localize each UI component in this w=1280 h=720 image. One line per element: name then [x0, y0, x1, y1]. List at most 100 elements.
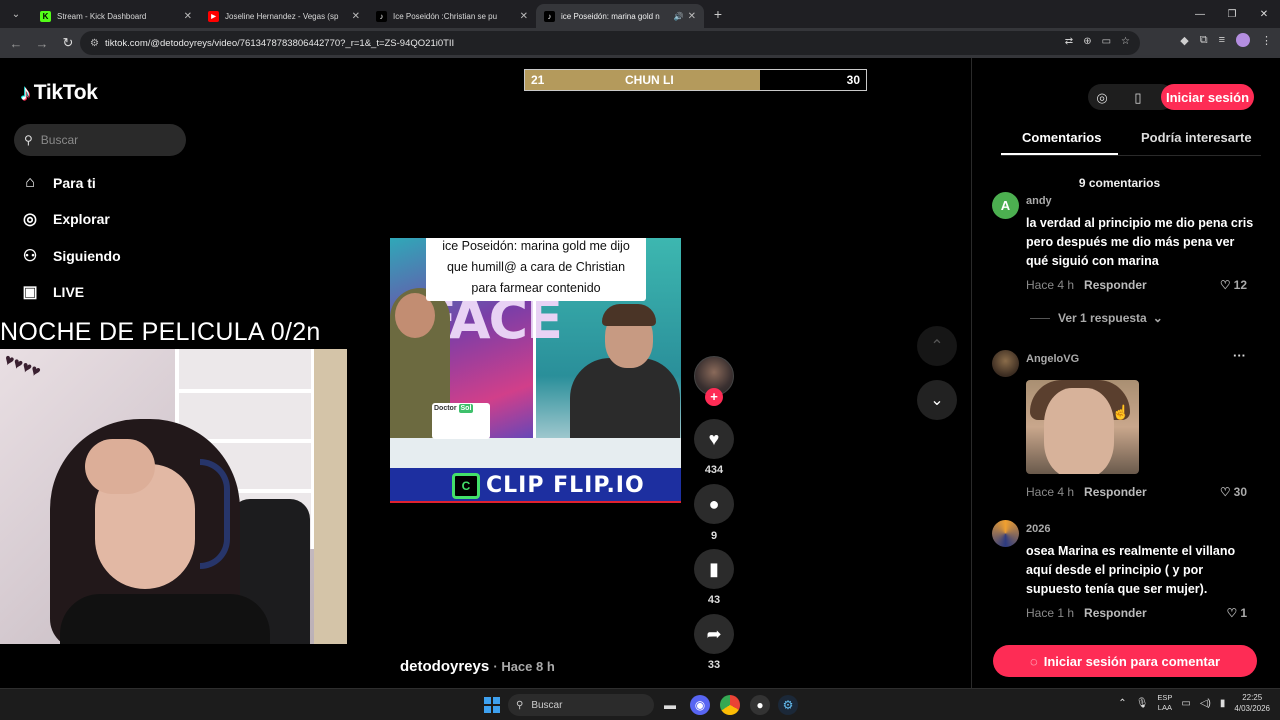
login-to-comment-button[interactable]: ◌ Iniciar sesión para comentar	[993, 645, 1257, 677]
clock[interactable]: 22:25 4/03/2026	[1234, 692, 1270, 714]
close-window-icon[interactable]: ✕	[1248, 9, 1280, 20]
restore-icon[interactable]: ❐	[1216, 9, 1248, 20]
comment-image[interactable]: ☝	[1026, 380, 1139, 474]
profile-avatar[interactable]	[1236, 33, 1250, 47]
heart-icon: ♥	[708, 428, 720, 449]
view-replies-button[interactable]: Ver 1 respuesta ⌄	[1030, 311, 1163, 325]
close-tab-icon[interactable]: ✕	[688, 11, 696, 22]
reply-button[interactable]: Responder	[1084, 606, 1147, 620]
tab-title: Ice Poseidón :Christian se pu	[393, 11, 498, 21]
login-button[interactable]: Iniciar sesión	[1161, 84, 1254, 110]
reply-button[interactable]: Responder	[1084, 278, 1147, 292]
sidebar-item-siguiendo[interactable]: ⚇ Siguiendo	[20, 246, 121, 266]
language-indicator[interactable]: ESP LAA	[1157, 693, 1172, 713]
comment-like[interactable]: ♡ 30	[1220, 485, 1247, 499]
youtube-icon: ▶	[208, 10, 219, 22]
author-username[interactable]: detodoyreys	[400, 658, 489, 675]
translate-icon[interactable]: ⇄	[1065, 36, 1073, 47]
close-tab-icon[interactable]: ✕	[184, 11, 192, 22]
close-tab-icon[interactable]: ✕	[352, 11, 360, 22]
avatar[interactable]	[992, 520, 1019, 547]
windows-start-icon[interactable]	[484, 697, 500, 713]
avatar[interactable]	[992, 350, 1019, 377]
more-options-icon[interactable]: ···	[1233, 348, 1246, 363]
share-arrow-icon: ➦	[706, 623, 722, 644]
taskbar-search[interactable]: ⚲ Buscar	[508, 694, 654, 716]
comment-like-count: 1	[1240, 606, 1247, 620]
next-video-button[interactable]: ⌄	[917, 380, 957, 420]
browser-tab[interactable]: ♪ Ice Poseidón :Christian se pu ✕	[368, 4, 536, 28]
sidebar-item-live[interactable]: ▣ LIVE	[20, 282, 84, 302]
browser-tab-active[interactable]: ♪ ice Poseidón: marina gold n 🔊 ✕	[536, 4, 704, 28]
compass-icon[interactable]: ◎	[1088, 84, 1116, 112]
chrome-icon[interactable]	[720, 695, 740, 715]
microphone-icon[interactable]: 🎙	[1136, 698, 1149, 709]
webcam-feed: ♥♥♥♥	[0, 349, 347, 644]
volume-icon[interactable]: ◁)	[1200, 698, 1211, 709]
discord-icon[interactable]: ◉	[690, 695, 710, 715]
phone-icon[interactable]: ▯	[1124, 84, 1152, 112]
new-tab-button[interactable]: +	[706, 6, 730, 22]
address-bar[interactable]: ⚙ tiktok.com/@detodoyreys/video/76134787…	[80, 31, 1140, 55]
lang-bottom: LAA	[1157, 703, 1172, 712]
extensions-puzzle-icon[interactable]: ⧉	[1200, 34, 1208, 47]
tab-comentarios[interactable]: Comentarios	[1022, 130, 1101, 145]
scoreboard: 21 CHUN LI 30	[524, 69, 867, 91]
close-tab-icon[interactable]: ✕	[520, 11, 528, 22]
tray-overflow-icon[interactable]: ⌃	[1118, 698, 1126, 709]
search-box[interactable]: ⚲	[14, 124, 186, 156]
view-replies-label: Ver 1 respuesta	[1058, 311, 1147, 325]
reply-button[interactable]: Responder	[1084, 485, 1147, 499]
extension-icon[interactable]: ◆	[1180, 34, 1188, 47]
tab-title: Joseline Hernandez - Vegas (sp	[225, 11, 339, 21]
avatar[interactable]: A	[992, 192, 1019, 219]
logo-text: TikTok	[33, 81, 98, 104]
steam-icon[interactable]: ⚙	[778, 695, 798, 715]
speaker-icon[interactable]: 🔊	[674, 12, 684, 21]
like-button[interactable]: ♥	[694, 419, 734, 459]
follow-plus-icon[interactable]: +	[705, 388, 723, 406]
share-button[interactable]: ➦	[694, 614, 734, 654]
obs-icon[interactable]: ●	[750, 695, 770, 715]
save-button[interactable]: ▮	[694, 549, 734, 589]
zoom-icon[interactable]: ⊕	[1083, 36, 1091, 47]
battery-icon[interactable]: ▮	[1220, 698, 1226, 709]
bookmark-star-icon[interactable]: ☆	[1121, 36, 1130, 47]
forward-icon[interactable]: →	[30, 36, 54, 51]
search-icon: ⚲	[24, 133, 33, 147]
menu-kebab-icon[interactable]: ⋮	[1261, 34, 1272, 47]
comment-button[interactable]: ●	[694, 484, 734, 524]
login-to-comment-label: Iniciar sesión para comentar	[1043, 653, 1221, 669]
tiktok-logo[interactable]: ♪ TikTok	[20, 80, 98, 106]
url-text[interactable]: tiktok.com/@detodoyreys/video/7613478783…	[105, 38, 454, 49]
comment-username[interactable]: andy	[1026, 195, 1052, 207]
browser-tab[interactable]: ▶ Joseline Hernandez - Vegas (sp ✕	[200, 4, 368, 28]
comment-like[interactable]: ♡ 1	[1227, 606, 1247, 620]
network-icon[interactable]: ▭	[1181, 698, 1190, 709]
comment-count: 9	[710, 530, 718, 542]
sidebar-item-para-ti[interactable]: ⌂ Para ti	[20, 173, 96, 193]
site-info-icon[interactable]: ⚙	[90, 38, 99, 49]
file-explorer-icon[interactable]: ▬	[660, 695, 680, 715]
comment-like[interactable]: ♡ 12	[1220, 278, 1247, 292]
comment-bubble-icon: ◌	[1029, 653, 1038, 669]
search-input[interactable]	[40, 133, 171, 147]
comment-username[interactable]: 2026	[1026, 523, 1050, 535]
sidebar-item-explorar[interactable]: ◎ Explorar	[20, 209, 110, 229]
browser-tab[interactable]: K Stream - Kick Dashboard ✕	[32, 4, 200, 28]
reload-icon[interactable]: ↻	[56, 35, 80, 51]
previous-video-button[interactable]: ⌃	[917, 326, 957, 366]
sponsor-text: Doctor	[434, 405, 457, 412]
bookmark-icon: ▮	[709, 558, 719, 579]
tab-podria-interesarte[interactable]: Podría interesarte	[1141, 130, 1252, 145]
cast-icon[interactable]: ▭	[1102, 36, 1111, 47]
clock-date: 4/03/2026	[1234, 704, 1270, 713]
video-player[interactable]: FACE Doctor Sol ice Poseidón: marina gol…	[390, 238, 681, 503]
minimize-icon[interactable]: —	[1184, 9, 1216, 20]
tab-search-button[interactable]: ⌄	[4, 4, 28, 24]
back-icon[interactable]: ←	[4, 36, 28, 51]
comments-panel: ◎ ▯ Iniciar sesión Comentarios Podría in…	[971, 58, 1280, 688]
heart-outline-icon: ♡	[1219, 278, 1231, 292]
reading-list-icon[interactable]: ≡	[1219, 34, 1225, 46]
comment-username[interactable]: AngeloVG	[1026, 353, 1079, 365]
